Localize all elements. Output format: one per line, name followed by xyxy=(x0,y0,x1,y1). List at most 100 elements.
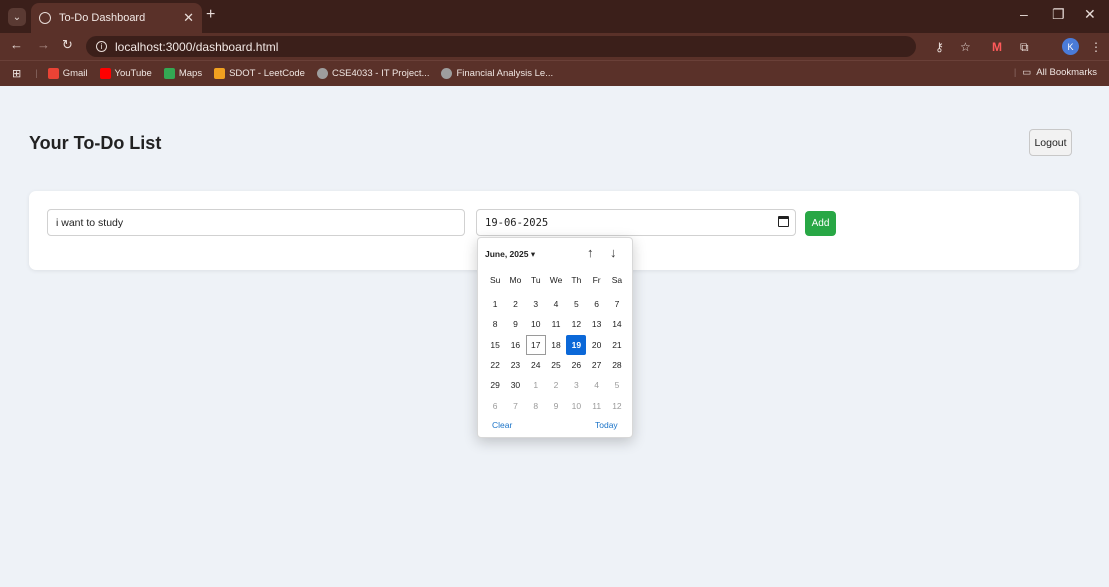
extension-icon[interactable]: M xyxy=(992,40,1002,54)
back-icon[interactable]: ← xyxy=(10,37,23,52)
task-input[interactable] xyxy=(47,209,465,236)
calendar-icon[interactable] xyxy=(778,216,789,227)
bookmark-star-icon[interactable]: ☆ xyxy=(960,40,971,54)
reload-icon[interactable]: ↻ xyxy=(62,37,73,53)
day-cell-other-month[interactable]: 11 xyxy=(586,395,606,415)
weekday-header: Su Mo Tu We Th Fr Sa xyxy=(485,275,627,285)
bookmark-youtube[interactable]: YouTube xyxy=(99,68,152,79)
day-cell[interactable]: 20 xyxy=(586,335,606,355)
day-cell[interactable]: 21 xyxy=(607,335,627,355)
day-cell-other-month[interactable]: 10 xyxy=(566,395,586,415)
all-bookmarks[interactable]: | ▭ All Bookmarks xyxy=(1014,67,1097,78)
password-key-icon[interactable]: ⚷ xyxy=(935,40,944,54)
day-cell-other-month[interactable]: 4 xyxy=(586,375,606,395)
day-cell[interactable]: 1 xyxy=(485,294,505,314)
day-cell-other-month[interactable]: 9 xyxy=(546,395,566,415)
day-cell[interactable]: 5 xyxy=(566,294,586,314)
month-year-select[interactable]: June, 2025 ▾ xyxy=(485,249,535,260)
weekday-label: Fr xyxy=(592,275,601,285)
day-cell[interactable]: 14 xyxy=(607,314,627,334)
day-cell-other-month[interactable]: 2 xyxy=(546,375,566,395)
add-button[interactable]: Add xyxy=(805,211,836,236)
apps-grid-icon[interactable]: ⊞ xyxy=(12,67,21,80)
day-cell[interactable]: 12 xyxy=(566,314,586,334)
day-cell[interactable]: 4 xyxy=(546,294,566,314)
bookmark-label: YouTube xyxy=(114,68,152,79)
day-cell[interactable]: 25 xyxy=(546,355,566,375)
day-cell[interactable]: 15 xyxy=(485,335,505,355)
today-button[interactable]: Today xyxy=(595,420,618,430)
bookmark-label: SDOT - LeetCode xyxy=(229,68,305,79)
day-cell-selected[interactable]: 19 xyxy=(566,334,587,355)
day-cell[interactable]: 2 xyxy=(505,294,525,314)
date-value: 19-06-2025 xyxy=(485,216,549,229)
weekday-label: Sa xyxy=(611,275,623,285)
leetcode-icon xyxy=(214,68,226,79)
day-cell[interactable]: 26 xyxy=(566,355,586,375)
day-cell[interactable]: 11 xyxy=(546,314,566,334)
day-cell-other-month[interactable]: 12 xyxy=(607,395,627,415)
day-cell[interactable]: 29 xyxy=(485,375,505,395)
close-tab-icon[interactable]: ✕ xyxy=(183,10,194,26)
address-bar-row: ← → ↻ i localhost:3000/dashboard.html ⚷ … xyxy=(0,33,1109,60)
maps-icon xyxy=(163,68,175,79)
close-window-icon[interactable]: ✕ xyxy=(1084,6,1096,23)
logout-button[interactable]: Logout xyxy=(1029,129,1072,156)
bookmark-divider: | xyxy=(35,68,38,79)
day-grid: 1 2 3 4 5 6 7 8 9 10 11 12 13 14 15 16 17 18 19 20 21 22 23 24 2… xyxy=(485,294,627,416)
day-cell-other-month[interactable]: 3 xyxy=(566,375,586,395)
day-cell[interactable]: 16 xyxy=(505,335,525,355)
extensions-puzzle-icon[interactable]: ⧉ xyxy=(1020,40,1029,55)
globe-icon xyxy=(441,68,453,79)
new-tab-icon[interactable]: + xyxy=(206,6,215,24)
bookmark-cse4033[interactable]: CSE4033 - IT Project... xyxy=(316,68,430,79)
bookmarks-bar: ⊞ | Gmail YouTube Maps SDOT - LeetCode C… xyxy=(0,60,1109,86)
tab-strip: ⌄ To-Do Dashboard ✕ + – ❐ ✕ xyxy=(0,0,1109,33)
tab-todo-dashboard[interactable]: To-Do Dashboard ✕ xyxy=(31,3,202,33)
day-cell[interactable]: 22 xyxy=(485,355,505,375)
day-cell[interactable]: 24 xyxy=(526,355,546,375)
day-cell[interactable]: 27 xyxy=(586,355,606,375)
day-cell[interactable]: 7 xyxy=(607,294,627,314)
day-cell-other-month[interactable]: 7 xyxy=(505,395,525,415)
day-cell-other-month[interactable]: 1 xyxy=(526,375,546,395)
profile-avatar[interactable]: K xyxy=(1062,38,1079,55)
day-cell[interactable]: 18 xyxy=(546,335,566,355)
tab-search-icon[interactable]: ⌄ xyxy=(8,8,26,26)
day-cell-other-month[interactable]: 8 xyxy=(526,395,546,415)
menu-kebab-icon[interactable]: ⋮ xyxy=(1090,40,1102,54)
tab-title: To-Do Dashboard xyxy=(59,12,146,24)
all-bookmarks-label: All Bookmarks xyxy=(1036,67,1097,78)
forward-icon[interactable]: → xyxy=(37,37,50,52)
day-cell[interactable]: 9 xyxy=(505,314,525,334)
previous-month-icon[interactable]: ↑ xyxy=(587,245,594,260)
restore-icon[interactable]: ❐ xyxy=(1052,6,1065,23)
day-cell[interactable]: 8 xyxy=(485,314,505,334)
day-cell[interactable]: 6 xyxy=(586,294,606,314)
day-cell[interactable]: 13 xyxy=(586,314,606,334)
next-month-icon[interactable]: ↓ xyxy=(610,245,617,260)
day-cell[interactable]: 23 xyxy=(505,355,525,375)
date-input[interactable]: 19-06-2025 xyxy=(476,209,796,236)
weekday-label: Mo xyxy=(509,275,522,285)
day-cell-today[interactable]: 17 xyxy=(525,334,546,355)
bookmark-label: CSE4033 - IT Project... xyxy=(331,68,430,79)
bookmark-financial-analysis[interactable]: Financial Analysis Le... xyxy=(441,68,553,79)
day-cell[interactable]: 10 xyxy=(526,314,546,334)
bookmark-gmail[interactable]: Gmail xyxy=(47,68,88,79)
globe-icon xyxy=(316,68,328,79)
minimize-icon[interactable]: – xyxy=(1020,6,1028,22)
day-cell[interactable]: 28 xyxy=(607,355,627,375)
day-cell-other-month[interactable]: 5 xyxy=(607,375,627,395)
bookmark-leetcode[interactable]: SDOT - LeetCode xyxy=(214,68,305,79)
site-info-icon[interactable]: i xyxy=(96,41,107,52)
day-cell[interactable]: 3 xyxy=(526,294,546,314)
day-cell[interactable]: 30 xyxy=(505,375,525,395)
clear-button[interactable]: Clear xyxy=(492,420,512,430)
weekday-label: Su xyxy=(489,275,501,285)
date-picker-popup: June, 2025 ▾ ↑ ↓ Su Mo Tu We Th Fr Sa 12345678… xyxy=(477,237,633,438)
url-field[interactable]: i localhost:3000/dashboard.html xyxy=(86,36,916,57)
bookmark-label: Maps xyxy=(178,68,203,79)
day-cell-other-month[interactable]: 6 xyxy=(485,395,505,415)
bookmark-maps[interactable]: Maps xyxy=(163,68,203,79)
